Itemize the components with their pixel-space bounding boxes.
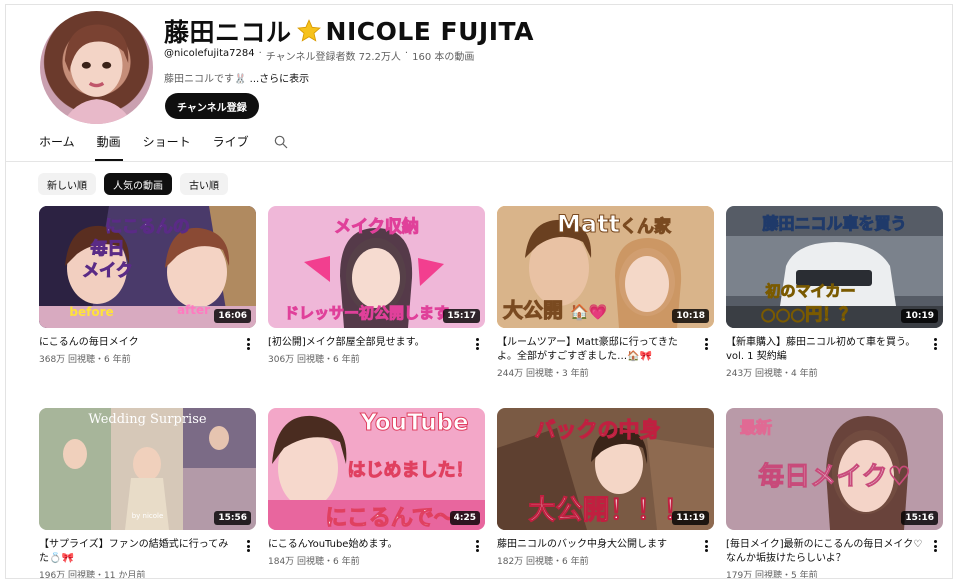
channel-tabs: ホーム 動画 ショート ライブ <box>39 133 289 161</box>
video-thumbnail[interactable]: メイク収納 ドレッサー初公開します 15:17 <box>268 206 485 328</box>
video-title[interactable]: 【サプライズ】ファンの結婚式に行ってみた💍🎀 <box>39 538 256 566</box>
channel-avatar[interactable] <box>40 11 153 124</box>
more-options-icon[interactable] <box>700 539 712 553</box>
video-title[interactable]: [初公開]メイク部屋全部見せます。 <box>268 336 485 350</box>
thumbnail-text: ○○○円！？ <box>760 305 857 326</box>
chip-newest[interactable]: 新しい順 <box>38 173 96 195</box>
tab-home[interactable]: ホーム <box>39 133 75 161</box>
video-thumbnail[interactable]: 最新 毎日メイク♡ 15:16 <box>726 408 943 530</box>
search-icon[interactable] <box>273 134 289 150</box>
video-card[interactable]: にこるんの 毎日 メイク before after 16:06 にこるんの毎日メ… <box>39 206 256 392</box>
video-card[interactable]: Wedding Surprise by nicole 15:56 【サプライズ】… <box>39 408 256 579</box>
thumbnail-text: バックの中身 <box>534 418 661 443</box>
video-meta: 306万 回視聴・6 年前 <box>268 355 360 365</box>
video-thumbnail[interactable]: YouTube はじめました！ にこるんで〜 4:25 <box>268 408 485 530</box>
tab-live[interactable]: ライブ <box>213 133 249 161</box>
channel-meta: @nicolefujita7284 ‧ チャンネル登録者数 72.2万人 ‧ 1… <box>164 48 474 63</box>
show-more-link[interactable]: ...さらに表示 <box>250 74 310 85</box>
more-options-icon[interactable] <box>929 539 941 553</box>
channel-name: 藤田ニコル <box>164 18 292 47</box>
video-thumbnail[interactable]: Wedding Surprise by nicole 15:56 <box>39 408 256 530</box>
star-icon <box>296 19 321 42</box>
video-title[interactable]: 藤田ニコルのバック中身大公開します <box>497 538 714 552</box>
video-thumbnail[interactable]: Mattくん家 大公開 🏠💗 10:18 <box>497 206 714 328</box>
chip-popular[interactable]: 人気の動画 <box>104 173 172 195</box>
thumbnail-text: メイク収納 <box>334 217 420 238</box>
video-card[interactable]: メイク収納 ドレッサー初公開します 15:17 [初公開]メイク部屋全部見せます… <box>268 206 485 392</box>
thumbnail-text: はじめました！ <box>347 460 474 482</box>
video-duration: 4:25 <box>449 511 480 525</box>
video-duration: 16:06 <box>214 309 251 323</box>
thumbnail-text: 最新 <box>740 418 773 438</box>
video-thumbnail[interactable]: バックの中身 大公開！！！ 11:19 <box>497 408 714 530</box>
meta-separator: ‧ <box>258 48 262 59</box>
video-card[interactable]: YouTube はじめました！ にこるんで〜 4:25 にこるんYouTube始… <box>268 408 485 578</box>
channel-description[interactable]: 藤田ニコルです🐰 ...さらに表示 <box>164 70 309 85</box>
video-card[interactable]: Mattくん家 大公開 🏠💗 10:18 【ルームツアー】Matt豪邸に行ってき… <box>497 206 714 392</box>
channel-name-latin: NICOLE FUJITA <box>325 16 534 46</box>
subscribe-button[interactable]: チャンネル登録 <box>165 93 259 119</box>
video-duration: 15:17 <box>443 309 480 323</box>
video-meta: 243万 回視聴・4 年前 <box>726 369 818 379</box>
channel-page: 藤田ニコル NICOLE FUJITA @nicolefujita7284 ‧ … <box>5 4 953 579</box>
thumbnail-text: メイク <box>82 261 134 282</box>
video-duration: 10:18 <box>672 309 709 323</box>
video-meta: 368万 回視聴・6 年前 <box>39 355 131 365</box>
thumbnail-text: 毎日メイク♡ <box>758 462 912 493</box>
thumbnail-text: Wedding Surprise <box>88 412 207 427</box>
thumbnail-text: 初のマイカー <box>765 282 856 301</box>
more-options-icon[interactable] <box>242 539 254 553</box>
more-options-icon[interactable] <box>242 337 254 351</box>
video-meta: 182万 回視聴・6 年前 <box>497 557 589 567</box>
chip-oldest[interactable]: 古い順 <box>180 173 228 195</box>
thumbnail-text: YouTube <box>360 410 469 437</box>
video-meta: 196万 回視聴・11 か月前 <box>39 571 146 579</box>
video-card[interactable]: 藤田ニコル車を買う 初のマイカー ○○○円！？ 10:19 【新車購入】藤田ニコ… <box>726 206 943 392</box>
tab-shorts[interactable]: ショート <box>143 133 191 161</box>
tab-videos[interactable]: 動画 <box>94 133 123 161</box>
thumbnail-text: 藤田ニコル車を買う <box>762 214 907 234</box>
more-options-icon[interactable] <box>700 337 712 351</box>
video-card[interactable]: 最新 毎日メイク♡ 15:16 [毎日メイク]最新のにこるんの毎日メイク♡なんか… <box>726 408 943 579</box>
video-meta: 184万 回視聴・6 年前 <box>268 557 360 567</box>
more-options-icon[interactable] <box>929 337 941 351</box>
tabs-divider <box>6 161 952 162</box>
channel-handle: @nicolefujita7284 <box>164 48 255 59</box>
video-title[interactable]: [毎日メイク]最新のにこるんの毎日メイク♡なんか垢抜けたらしいよ？ <box>726 538 943 566</box>
video-thumbnail[interactable]: 藤田ニコル車を買う 初のマイカー ○○○円！？ 10:19 <box>726 206 943 328</box>
sort-chips: 新しい順 人気の動画 古い順 <box>38 173 228 195</box>
video-title[interactable]: にこるんYouTube始めます。 <box>268 538 485 552</box>
video-meta: 179万 回視聴・5 年前 <box>726 571 818 579</box>
video-duration: 15:16 <box>901 511 938 525</box>
more-options-icon[interactable] <box>471 337 483 351</box>
video-grid: にこるんの 毎日 メイク before after 16:06 にこるんの毎日メ… <box>39 206 943 579</box>
video-duration: 10:19 <box>901 309 938 323</box>
video-thumbnail[interactable]: にこるんの 毎日 メイク before after 16:06 <box>39 206 256 328</box>
description-text: 藤田ニコルです🐰 <box>164 74 247 85</box>
video-meta: 244万 回視聴・3 年前 <box>497 369 589 379</box>
thumbnail-text: Mattくん家 <box>556 210 672 239</box>
subscriber-count: チャンネル登録者数 72.2万人 <box>265 52 401 63</box>
meta-separator: ‧ <box>404 48 409 59</box>
more-options-icon[interactable] <box>471 539 483 553</box>
video-title[interactable]: 【ルームツアー】Matt豪邸に行ってきたよ。全部がすごすぎました…🏠🎀 <box>497 336 714 364</box>
video-title[interactable]: にこるんの毎日メイク <box>39 336 256 350</box>
video-count: 160 本の動画 <box>412 52 475 63</box>
channel-title: 藤田ニコル NICOLE FUJITA <box>164 13 534 49</box>
video-duration: 15:56 <box>214 511 251 525</box>
video-title[interactable]: 【新車購入】藤田ニコル初めて車を買う。vol. 1 契約編 <box>726 336 943 364</box>
video-duration: 11:19 <box>672 511 709 525</box>
video-card[interactable]: バックの中身 大公開！！！ 11:19 藤田ニコルのバック中身大公開します 18… <box>497 408 714 578</box>
